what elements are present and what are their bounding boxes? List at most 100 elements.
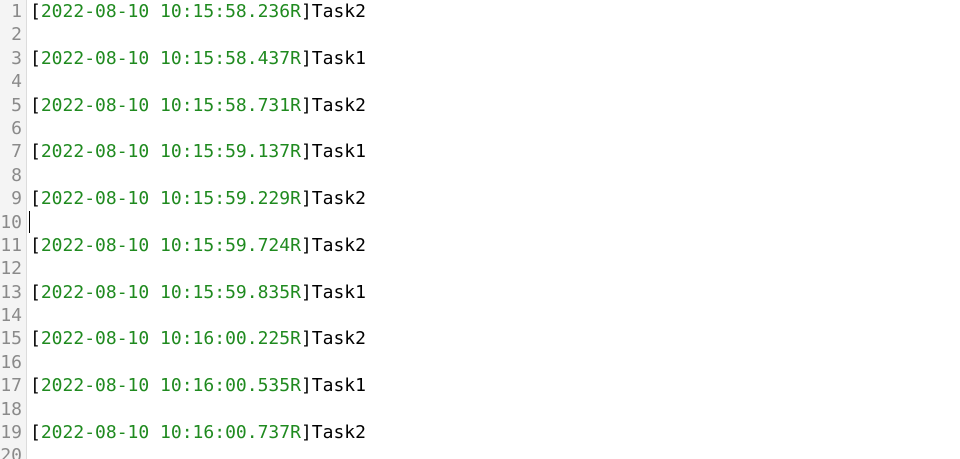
close-bracket: ] — [300, 47, 312, 69]
open-bracket: [ — [30, 281, 41, 303]
line-number: 14 — [0, 305, 22, 327]
editor-line[interactable]: 12 — [0, 257, 960, 280]
open-bracket: [ — [30, 328, 41, 350]
log-timestamp: 2022-08-10 10:15:59.724 — [40, 234, 291, 256]
log-message: Task1 — [311, 281, 366, 303]
editor-line[interactable]: 9 [2022-08-10 10:15:59.229R]Task2 — [0, 187, 960, 210]
close-bracket: ] — [300, 94, 312, 116]
editor-line[interactable]: 6 — [0, 117, 960, 140]
line-text[interactable] — [26, 257, 30, 280]
line-number: 20 — [0, 445, 22, 459]
editor-line[interactable]: 8 — [0, 164, 960, 187]
log-message: Task2 — [311, 328, 366, 350]
editor-line[interactable]: 10 — [0, 211, 960, 234]
log-level: R — [290, 141, 301, 163]
line-text[interactable] — [26, 23, 30, 46]
line-number: 11 — [0, 234, 22, 256]
log-message: Task2 — [311, 234, 366, 256]
open-bracket: [ — [30, 422, 41, 444]
line-text[interactable] — [26, 117, 30, 140]
line-number: 13 — [0, 281, 22, 303]
log-timestamp: 2022-08-10 10:15:59.137 — [40, 141, 291, 163]
log-level: R — [290, 328, 301, 350]
close-bracket: ] — [300, 234, 312, 256]
line-number: 12 — [0, 258, 22, 280]
log-message: Task2 — [311, 422, 366, 444]
editor-line[interactable]: 1 [2022-08-10 10:15:58.236R]Task2 — [0, 0, 960, 23]
log-timestamp: 2022-08-10 10:16:00.737 — [40, 422, 291, 444]
line-text[interactable]: [2022-08-10 10:15:59.229R]Task2 — [26, 187, 366, 210]
open-bracket: [ — [30, 234, 41, 256]
line-text[interactable]: [2022-08-10 10:15:59.724R]Task2 — [26, 234, 366, 257]
close-bracket: ] — [300, 188, 312, 210]
line-number: 18 — [0, 398, 22, 420]
editor-line[interactable]: 15 [2022-08-10 10:16:00.225R]Task2 — [0, 327, 960, 350]
editor-line[interactable]: 2 — [0, 23, 960, 46]
line-number: 10 — [0, 211, 22, 233]
editor-line[interactable]: 11 [2022-08-10 10:15:59.724R]Task2 — [0, 234, 960, 257]
line-number: 3 — [11, 47, 22, 69]
editor-line[interactable]: 16 — [0, 351, 960, 374]
line-number: 17 — [0, 375, 22, 397]
close-bracket: ] — [300, 422, 312, 444]
line-text[interactable] — [26, 444, 30, 459]
line-number: 16 — [0, 351, 22, 373]
line-text[interactable]: [2022-08-10 10:16:00.737R]Task2 — [26, 421, 366, 444]
log-timestamp: 2022-08-10 10:16:00.225 — [40, 328, 291, 350]
close-bracket: ] — [300, 328, 312, 350]
editor-line[interactable]: 17 [2022-08-10 10:16:00.535R]Task1 — [0, 374, 960, 397]
log-timestamp: 2022-08-10 10:15:59.229 — [40, 188, 291, 210]
line-text[interactable]: [2022-08-10 10:15:59.835R]Task1 — [26, 281, 366, 304]
editor-line[interactable]: 19 [2022-08-10 10:16:00.737R]Task2 — [0, 421, 960, 444]
editor-line[interactable]: 7 [2022-08-10 10:15:59.137R]Task1 — [0, 140, 960, 163]
log-timestamp: 2022-08-10 10:15:58.731 — [40, 94, 291, 116]
line-text[interactable]: [2022-08-10 10:16:00.535R]Task1 — [26, 374, 366, 397]
editor-line[interactable]: 14 — [0, 304, 960, 327]
line-text[interactable]: [2022-08-10 10:15:58.731R]Task2 — [26, 94, 366, 117]
log-message: Task1 — [311, 375, 366, 397]
log-timestamp: 2022-08-10 10:15:58.437 — [40, 47, 291, 69]
editor-line[interactable]: 20 — [0, 444, 960, 459]
log-level: R — [290, 281, 301, 303]
line-text[interactable] — [26, 398, 30, 421]
line-text[interactable]: [2022-08-10 10:15:58.437R]Task1 — [26, 47, 366, 70]
close-bracket: ] — [300, 141, 312, 163]
open-bracket: [ — [30, 188, 41, 210]
line-text[interactable] — [26, 164, 30, 187]
log-level: R — [290, 375, 301, 397]
line-text[interactable]: [2022-08-10 10:15:59.137R]Task1 — [26, 140, 366, 163]
line-number: 4 — [11, 71, 22, 93]
open-bracket: [ — [30, 94, 41, 116]
line-number: 19 — [0, 422, 22, 444]
text-cursor — [29, 210, 30, 233]
editor-line[interactable]: 4 — [0, 70, 960, 93]
log-message: Task2 — [311, 94, 366, 116]
open-bracket: [ — [30, 47, 41, 69]
line-text[interactable] — [26, 351, 30, 374]
editor-lines[interactable]: 1 [2022-08-10 10:15:58.236R]Task2 2 3 [2… — [0, 0, 960, 459]
log-level: R — [290, 94, 301, 116]
open-bracket: [ — [30, 1, 41, 22]
close-bracket: ] — [300, 281, 312, 303]
open-bracket: [ — [30, 375, 41, 397]
open-bracket: [ — [30, 141, 41, 163]
editor-line[interactable]: 13 [2022-08-10 10:15:59.835R]Task1 — [0, 281, 960, 304]
log-level: R — [290, 47, 301, 69]
text-editor[interactable]: 1 [2022-08-10 10:15:58.236R]Task2 2 3 [2… — [0, 0, 960, 459]
line-text[interactable] — [26, 70, 30, 93]
editor-line[interactable]: 3 [2022-08-10 10:15:58.437R]Task1 — [0, 47, 960, 70]
editor-line[interactable]: 5 [2022-08-10 10:15:58.731R]Task2 — [0, 94, 960, 117]
log-level: R — [290, 422, 301, 444]
close-bracket: ] — [300, 375, 312, 397]
line-text[interactable]: [2022-08-10 10:15:58.236R]Task2 — [26, 0, 366, 23]
editor-line[interactable]: 18 — [0, 398, 960, 421]
line-number: 7 — [11, 141, 22, 163]
line-text[interactable] — [26, 304, 30, 327]
log-timestamp: 2022-08-10 10:15:59.835 — [40, 281, 291, 303]
line-number: 5 — [11, 94, 22, 116]
log-timestamp: 2022-08-10 10:15:58.236 — [40, 1, 291, 22]
line-number: 2 — [11, 24, 22, 46]
line-number: 9 — [11, 188, 22, 210]
log-level: R — [290, 1, 301, 22]
line-text[interactable]: [2022-08-10 10:16:00.225R]Task2 — [26, 327, 366, 350]
